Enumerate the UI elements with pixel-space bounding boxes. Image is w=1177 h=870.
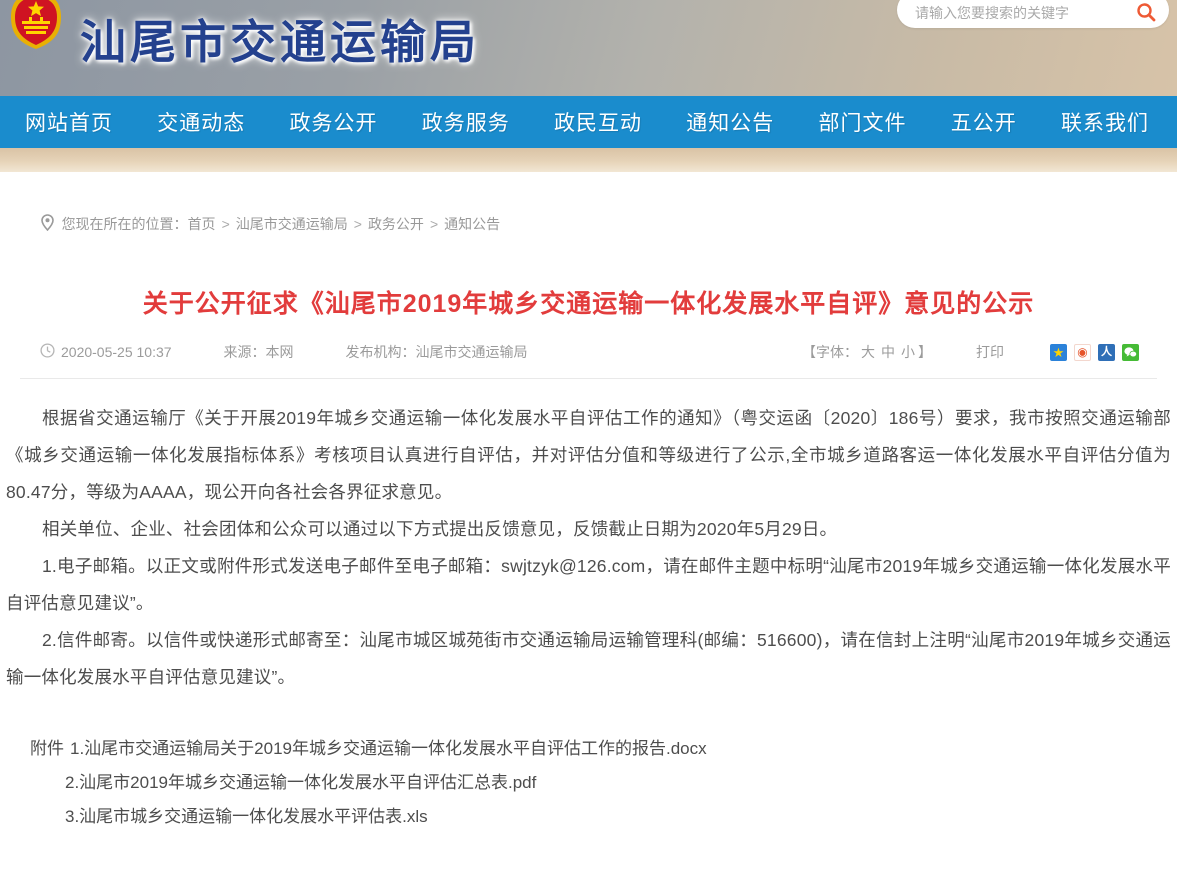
breadcrumb-gov-affairs[interactable]: 政务公开 bbox=[368, 214, 424, 234]
meta-divider bbox=[20, 378, 1157, 379]
article-meta: 2020-05-25 10:37 来源：本网 发布机构：汕尾市交通运输局 【字体… bbox=[40, 342, 1139, 362]
source-field: 来源：本网 bbox=[224, 342, 294, 362]
attachment-row: 3.汕尾市城乡交通运输一体化发展水平评估表.xls bbox=[30, 800, 1177, 834]
paragraph-3: 1.电子邮箱。以正文或附件形式发送电子邮件至电子邮箱：swjtzyk@126.c… bbox=[6, 548, 1171, 622]
attachments-label: 附件 bbox=[30, 732, 64, 766]
publisher-field: 发布机构：汕尾市交通运输局 bbox=[346, 342, 528, 362]
paragraph-1: 根据省交通运输厅《关于开展2019年城乡交通运输一体化发展水平自评估工作的通知》… bbox=[6, 400, 1171, 511]
search-input[interactable] bbox=[915, 0, 1135, 21]
breadcrumb-separator: > bbox=[354, 216, 362, 232]
article-title: 关于公开征求《汕尾市2019年城乡交通运输一体化发展水平自评》意见的公示 bbox=[0, 284, 1177, 320]
article-body: 根据省交通运输厅《关于开展2019年城乡交通运输一体化发展水平自评估工作的通知》… bbox=[0, 400, 1177, 696]
nav-item-contact[interactable]: 联系我们 bbox=[1061, 107, 1149, 137]
site-title: 汕尾市交通运输局 bbox=[80, 6, 480, 72]
font-size-open: 【字体： bbox=[802, 344, 858, 360]
breadcrumb-separator: > bbox=[222, 216, 230, 232]
national-emblem-logo bbox=[8, 0, 64, 51]
publisher-label: 发布机构： bbox=[346, 342, 416, 362]
breadcrumb-notices[interactable]: 通知公告 bbox=[444, 214, 500, 234]
nav-item-traffic-news[interactable]: 交通动态 bbox=[157, 107, 245, 137]
nav-item-dept-files[interactable]: 部门文件 bbox=[819, 107, 907, 137]
paragraph-4: 2.信件邮寄。以信件或快递形式邮寄至：汕尾市城区城苑街市交通运输局运输管理科(邮… bbox=[6, 622, 1171, 696]
attachment-link-docx[interactable]: 1.汕尾市交通运输局关于2019年城乡交通运输一体化发展水平自评估工作的报告.d… bbox=[70, 732, 707, 766]
nav-item-interaction[interactable]: 政民互动 bbox=[554, 107, 642, 137]
nav-item-home[interactable]: 网站首页 bbox=[25, 107, 113, 137]
attachment-link-pdf[interactable]: 2.汕尾市2019年城乡交通运输一体化发展水平自评估汇总表.pdf bbox=[65, 766, 536, 800]
nav-item-gov-affairs[interactable]: 政务公开 bbox=[290, 107, 378, 137]
font-size-large-button[interactable]: 大 bbox=[861, 344, 875, 360]
breadcrumb-separator: > bbox=[430, 216, 438, 232]
publisher-value: 汕尾市交通运输局 bbox=[416, 342, 528, 362]
breadcrumb-prefix: 您现在所在的位置： bbox=[62, 214, 188, 234]
nav-item-notices[interactable]: 通知公告 bbox=[686, 107, 774, 137]
breadcrumb: 您现在所在的位置： 首页 > 汕尾市交通运输局 > 政务公开 > 通知公告 bbox=[25, 198, 1155, 250]
source-label: 来源： bbox=[224, 342, 266, 362]
breadcrumb-bureau[interactable]: 汕尾市交通运输局 bbox=[236, 214, 348, 234]
main-nav: 网站首页 交通动态 政务公开 政务服务 政民互动 通知公告 部门文件 五公开 联… bbox=[0, 96, 1177, 148]
share-wechat-icon[interactable] bbox=[1122, 344, 1139, 361]
site-header: 汕尾市交通运输局 bbox=[0, 0, 1177, 96]
source-value: 本网 bbox=[266, 342, 294, 362]
share-qzone-icon[interactable]: ★ bbox=[1050, 344, 1067, 361]
location-pin-icon bbox=[25, 198, 54, 250]
share-bar: ★ ◉ 人 bbox=[1050, 344, 1139, 361]
nav-item-gov-services[interactable]: 政务服务 bbox=[422, 107, 510, 137]
font-size-small-button[interactable]: 小 bbox=[901, 344, 915, 360]
header-photo-strip bbox=[0, 148, 1177, 172]
paragraph-2: 相关单位、企业、社会团体和公众可以通过以下方式提出反馈意见，反馈截止日期为202… bbox=[6, 511, 1171, 548]
attachment-link-xls[interactable]: 3.汕尾市城乡交通运输一体化发展水平评估表.xls bbox=[65, 800, 428, 834]
share-weibo-icon[interactable]: ◉ bbox=[1074, 344, 1091, 361]
publish-datetime: 2020-05-25 10:37 bbox=[61, 344, 172, 360]
font-size-control: 【字体：大中小】 bbox=[802, 342, 932, 362]
attachment-row: 附件 1.汕尾市交通运输局关于2019年城乡交通运输一体化发展水平自评估工作的报… bbox=[30, 732, 1177, 766]
search-box bbox=[897, 0, 1169, 28]
print-button[interactable]: 打印 bbox=[976, 342, 1004, 362]
nav-item-five-open[interactable]: 五公开 bbox=[951, 107, 1017, 137]
search-icon[interactable] bbox=[1135, 0, 1157, 23]
attachment-row: 2.汕尾市2019年城乡交通运输一体化发展水平自评估汇总表.pdf bbox=[30, 766, 1177, 800]
share-renren-icon[interactable]: 人 bbox=[1098, 344, 1115, 361]
attachments-list: 附件 1.汕尾市交通运输局关于2019年城乡交通运输一体化发展水平自评估工作的报… bbox=[0, 732, 1177, 834]
breadcrumb-home[interactable]: 首页 bbox=[188, 214, 216, 234]
clock-icon bbox=[40, 343, 55, 361]
font-size-medium-button[interactable]: 中 bbox=[881, 344, 895, 360]
font-size-close: 】 bbox=[918, 344, 932, 360]
